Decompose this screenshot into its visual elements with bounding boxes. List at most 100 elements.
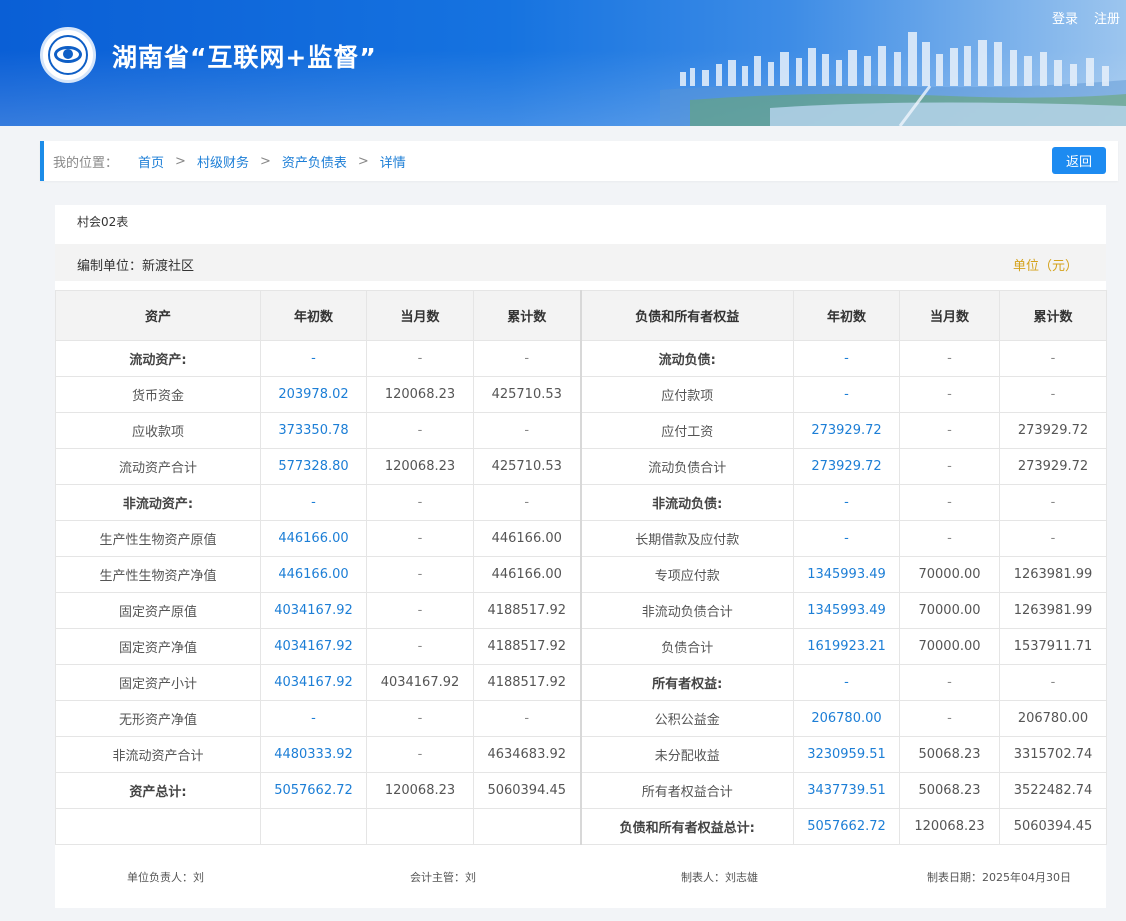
breadcrumb-home[interactable]: 首页	[138, 152, 164, 171]
value-cell: 4188517.92	[473, 628, 582, 665]
value-cell: -	[366, 340, 474, 377]
account-name-cell: 流动负债:	[580, 340, 794, 377]
breadcrumb-separator: >	[357, 153, 369, 169]
table-row: 流动资产合计 577328.80 120068.23 425710.53 流动负债合计 2…	[55, 448, 1107, 485]
breadcrumb-balance-sheet[interactable]: 资产负债表	[282, 152, 347, 171]
opening-value-cell[interactable]: 446166.00	[260, 556, 367, 593]
value-cell: -	[366, 412, 474, 449]
report-info-bar: 编制单位：新渡社区 单位（元）	[55, 244, 1106, 281]
value-cell: 5060394.45	[999, 808, 1107, 845]
account-name-cell: 应付工资	[580, 412, 794, 449]
opening-value-cell[interactable]: 577328.80	[260, 448, 367, 485]
value-cell: 206780.00	[999, 700, 1107, 737]
table-row: 生产性生物资产原值 446166.00-446166.00 长期借款及应付款 - - -	[55, 520, 1107, 557]
org-unit: 编制单位：新渡社区	[77, 259, 195, 274]
opening-value-cell[interactable]: 5057662.72	[793, 808, 900, 845]
col-header: 累计数	[473, 290, 582, 341]
table-row: 固定资产净值 4034167.92-4188517.92 负债合计 1619923.2…	[55, 628, 1107, 665]
unit-head: 单位负责人：刘	[127, 871, 204, 884]
account-name-cell: 生产性生物资产原值	[55, 520, 261, 557]
value-cell: 273929.72	[999, 412, 1107, 449]
value-cell: -	[366, 592, 474, 629]
opening-value-cell[interactable]: 4034167.92	[260, 664, 367, 701]
value-cell: 4188517.92	[473, 664, 582, 701]
site-logo[interactable]	[40, 27, 96, 83]
opening-value-cell[interactable]: -	[793, 340, 900, 377]
report-date: 制表日期：2025年04月30日	[927, 871, 1071, 884]
opening-value-cell[interactable]: -	[793, 520, 900, 557]
account-name-cell: 固定资产净值	[55, 628, 261, 665]
value-cell: -	[899, 700, 1000, 737]
value-cell: 4034167.92	[366, 664, 474, 701]
opening-value-cell[interactable]: 373350.78	[260, 412, 367, 449]
table-body: 流动资产: - - - 流动负债: - - - 货币资金 203978.02 120068.23 42…	[55, 340, 1107, 845]
opening-value-cell[interactable]: 4034167.92	[260, 592, 367, 629]
value-cell: 3315702.74	[999, 736, 1107, 773]
value-cell: -	[999, 376, 1107, 413]
value-cell: -	[899, 448, 1000, 485]
col-header: 年初数	[793, 290, 900, 341]
breadcrumb-detail[interactable]: 详情	[380, 152, 406, 171]
value-cell: 425710.53	[473, 448, 582, 485]
value-cell	[473, 808, 582, 845]
value-cell: -	[366, 628, 474, 665]
col-header: 当月数	[366, 290, 474, 341]
opening-value-cell[interactable]: 1619923.21	[793, 628, 900, 665]
account-name-cell: 非流动资产:	[55, 484, 261, 521]
opening-value-cell[interactable]: 1345993.49	[793, 592, 900, 629]
value-cell: 50068.23	[899, 736, 1000, 773]
preparer: 制表人：刘志雄	[681, 871, 758, 884]
table-row: 生产性生物资产净值 446166.00-446166.00 专项应付款 1345993…	[55, 556, 1107, 593]
value-cell: -	[473, 484, 582, 521]
opening-value-cell[interactable]: 206780.00	[793, 700, 900, 737]
opening-value-cell[interactable]: 446166.00	[260, 520, 367, 557]
account-name-cell: 无形资产净值	[55, 700, 261, 737]
opening-value-cell[interactable]: 4034167.92	[260, 628, 367, 665]
value-cell: -	[899, 664, 1000, 701]
opening-value-cell[interactable]: 273929.72	[793, 448, 900, 485]
opening-value-cell[interactable]	[260, 808, 367, 845]
opening-value-cell[interactable]: 4480333.92	[260, 736, 367, 773]
value-cell: 120068.23	[366, 448, 474, 485]
breadcrumb-village-finance[interactable]: 村级财务	[197, 152, 249, 171]
value-cell: -	[999, 520, 1107, 557]
account-name-cell: 公积公益金	[580, 700, 794, 737]
opening-value-cell[interactable]: -	[260, 484, 367, 521]
opening-value-cell[interactable]: 5057662.72	[260, 772, 367, 809]
value-cell: -	[366, 556, 474, 593]
opening-value-cell[interactable]: 273929.72	[793, 412, 900, 449]
opening-value-cell[interactable]: -	[260, 340, 367, 377]
opening-value-cell[interactable]: -	[260, 700, 367, 737]
account-name-cell: 流动资产:	[55, 340, 261, 377]
opening-value-cell[interactable]: 3230959.51	[793, 736, 900, 773]
value-cell: -	[899, 376, 1000, 413]
value-cell: -	[899, 340, 1000, 377]
back-button[interactable]: 返回	[1052, 147, 1106, 174]
account-name-cell: 流动负债合计	[580, 448, 794, 485]
eye-pupil-icon	[63, 49, 73, 59]
opening-value-cell[interactable]: -	[793, 376, 900, 413]
value-cell: -	[899, 484, 1000, 521]
account-name-cell: 专项应付款	[580, 556, 794, 593]
col-header: 累计数	[999, 290, 1107, 341]
account-name-cell: 长期借款及应付款	[580, 520, 794, 557]
account-name-cell: 所有者权益合计	[580, 772, 794, 809]
opening-value-cell[interactable]: -	[793, 484, 900, 521]
form-code: 村会02表	[77, 215, 129, 229]
opening-value-cell[interactable]: 1345993.49	[793, 556, 900, 593]
value-cell: 425710.53	[473, 376, 582, 413]
balance-sheet-table: 资产 年初数 当月数 累计数 负债和所有者权益 年初数 当月数 累计数 流动资产…	[55, 290, 1107, 845]
value-cell	[366, 808, 474, 845]
value-cell: 70000.00	[899, 556, 1000, 593]
account-name-cell: 资产总计:	[55, 772, 261, 809]
value-cell: -	[366, 484, 474, 521]
col-header: 年初数	[260, 290, 367, 341]
value-cell: -	[999, 340, 1107, 377]
account-name-cell: 应付款项	[580, 376, 794, 413]
opening-value-cell[interactable]: 203978.02	[260, 376, 367, 413]
value-cell: 446166.00	[473, 556, 582, 593]
opening-value-cell[interactable]: -	[793, 664, 900, 701]
value-cell: -	[366, 520, 474, 557]
value-cell: -	[899, 412, 1000, 449]
opening-value-cell[interactable]: 3437739.51	[793, 772, 900, 809]
